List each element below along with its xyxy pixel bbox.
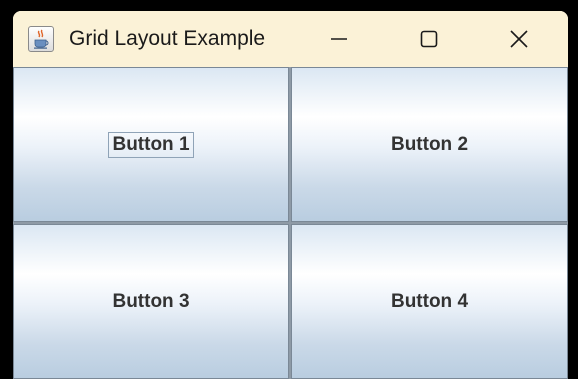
button-2[interactable]: Button 2 — [291, 67, 568, 222]
window-title: Grid Layout Example — [69, 27, 266, 50]
maximize-icon — [420, 30, 438, 48]
minimize-icon — [331, 38, 347, 40]
button-grid: Button 1 Button 2 Button 3 Button 4 — [13, 67, 568, 379]
button-4[interactable]: Button 4 — [291, 224, 568, 379]
button-3[interactable]: Button 3 — [13, 224, 289, 379]
button-2-label: Button 2 — [390, 133, 469, 155]
close-button[interactable] — [489, 11, 549, 67]
button-4-label: Button 4 — [390, 290, 469, 312]
app-window: Grid Layout Example Button 1 Button 2 Bu… — [13, 11, 568, 379]
maximize-button[interactable] — [399, 11, 459, 67]
button-1[interactable]: Button 1 — [13, 67, 289, 222]
close-icon — [510, 30, 528, 48]
minimize-button[interactable] — [309, 11, 369, 67]
title-bar[interactable]: Grid Layout Example — [13, 11, 568, 67]
button-3-label: Button 3 — [112, 290, 190, 312]
java-cup-icon[interactable] — [28, 26, 54, 52]
button-1-label: Button 1 — [108, 131, 194, 158]
